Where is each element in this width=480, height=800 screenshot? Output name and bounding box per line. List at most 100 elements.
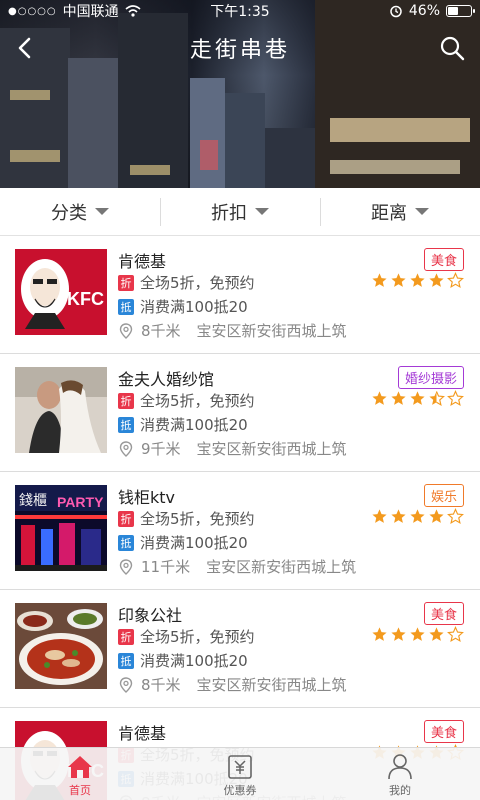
star-icon (410, 273, 425, 287)
star-icon (410, 509, 425, 523)
chevron-left-icon[interactable] (12, 34, 40, 62)
tab-me[interactable]: 我的 (320, 748, 480, 800)
discount-line: 折全场5折，免预约 (118, 272, 255, 293)
voucher-badge: 抵 (118, 298, 134, 315)
voucher-text: 消费满100抵20 (140, 652, 248, 670)
shop-name: 肯德基 (118, 724, 167, 743)
distance-text: 8千米 (141, 676, 181, 694)
star-empty-icon (447, 272, 464, 289)
discount-line: 折全场5折，免预约 (118, 390, 255, 411)
window-light (10, 90, 50, 100)
category-badge: 美食 (423, 602, 464, 625)
star-icon (372, 391, 387, 405)
location-line: 9千米 宝安区新安街西城上筑 (118, 438, 347, 459)
shop-thumbnail (15, 367, 107, 453)
star-half-icon (429, 391, 445, 407)
discount-badge: 折 (118, 510, 134, 527)
shop-thumbnail: 錢櫃 PARTY (15, 485, 107, 571)
shop-name: 印象公社 (118, 606, 183, 625)
discount-text: 全场5折，免预约 (140, 510, 255, 528)
discount-line: 折全场5折，免预约 (118, 626, 255, 647)
category-badge: 美食 (423, 248, 464, 271)
discount-text: 全场5折，免预约 (140, 274, 255, 292)
alarm-icon (390, 5, 402, 18)
building-sign (330, 118, 470, 142)
battery-level (448, 7, 459, 15)
building-shape (68, 58, 118, 188)
filter-distance[interactable]: 距离 (320, 188, 480, 235)
page-title: 走街串巷 (189, 38, 290, 63)
star-empty-icon (447, 626, 464, 643)
star-empty-icon (447, 390, 464, 407)
voucher-badge: 抵 (118, 534, 134, 551)
location-line: 8千米宝安区新安街西城上筑 (118, 320, 347, 341)
shop-list: KFC 肯德基折全场5折，免预约抵消费满100抵20 8千米 宝安区新安街西城上筑 美食… (0, 236, 480, 800)
star-icon (429, 509, 444, 523)
window-light (330, 160, 460, 174)
star-icon (372, 273, 387, 287)
window-light (10, 150, 60, 162)
user-icon (388, 754, 412, 780)
discount-badge: 折 (118, 392, 134, 409)
shop-name: 钱柜ktv (118, 488, 176, 507)
home-icon (68, 756, 92, 778)
star-icon (410, 627, 425, 641)
battery-percent: 46% (408, 3, 440, 19)
address-text: 宝安区新安街西城上筑 (206, 558, 357, 576)
voucher-line: 抵消费满100抵20 (118, 296, 248, 317)
battery-icon (446, 5, 475, 17)
star-icon (429, 627, 444, 641)
building-shape (265, 128, 315, 188)
rating-stars (371, 390, 464, 407)
svg-text:KFC: KFC (67, 289, 104, 309)
tab-label: 优惠券 (223, 784, 257, 797)
voucher-badge: 抵 (118, 652, 134, 669)
voucher-text: 消费满100抵20 (140, 298, 248, 316)
shop-name: 金夫人婚纱馆 (118, 370, 215, 389)
star-icon (410, 391, 425, 405)
discount-text: 全场5折，免预约 (140, 628, 255, 646)
building-shape (190, 78, 225, 188)
caret-down-icon (95, 208, 109, 215)
filter-bar: 分类 折扣 距离 (0, 188, 480, 236)
address-text: 宝安区新安街西城上筑 (196, 440, 347, 458)
voucher-badge: 抵 (118, 416, 134, 433)
shop-list-item[interactable]: KFC 肯德基折全场5折，免预约抵消费满100抵20 8千米宝安区新安街西城上筑 美食 (0, 236, 480, 354)
shop-name: 肯德基 (118, 252, 167, 271)
category-badge: 娱乐 (423, 484, 464, 507)
window-light (130, 165, 170, 175)
search-icon[interactable] (438, 34, 466, 62)
filter-discount[interactable]: 折扣 (160, 188, 320, 235)
distance-text: 9千米 (141, 440, 181, 458)
tab-bar: 首页 优惠券 我的 (0, 747, 480, 800)
shop-list-item[interactable]: 錢櫃 PARTY 钱柜ktv 折全场5折，免预约抵消费满100抵20 11千米 宝安区新安… (0, 472, 480, 590)
window-light (200, 140, 218, 170)
location-pin-icon (119, 676, 133, 693)
discount-line: 折全场5折，免预约 (118, 508, 255, 529)
nav-bar: 走街串巷 (0, 26, 480, 70)
tab-coupon[interactable]: 优惠券 (160, 748, 320, 800)
voucher-line: 抵消费满100抵20 (118, 414, 248, 435)
filter-label: 折扣 (211, 202, 247, 224)
location-pin-icon (119, 558, 133, 575)
category-badge: 婚纱摄影 (397, 366, 464, 389)
star-icon (391, 391, 406, 405)
svg-text:PARTY: PARTY (57, 494, 104, 510)
location-pin-icon (119, 440, 133, 457)
rating-stars (371, 272, 464, 289)
shop-list-item[interactable]: 金夫人婚纱馆折全场5折，免预约抵消费满100抵20 9千米 宝安区新安街西城上筑 婚纱… (0, 354, 480, 472)
star-icon (372, 627, 387, 641)
tab-home[interactable]: 首页 (0, 748, 160, 800)
signal-icon: ●○○○○ (8, 5, 57, 17)
discount-badge: 折 (118, 274, 134, 291)
location-line: 11千米 宝安区新安街西城上筑 (118, 556, 356, 577)
filter-category[interactable]: 分类 (0, 188, 160, 235)
distance-text: 11千米 (141, 558, 191, 576)
building-shape (225, 93, 265, 188)
wifi-icon (125, 5, 141, 17)
discount-badge: 折 (118, 628, 134, 645)
rating-stars (371, 508, 464, 525)
coupon-icon (228, 755, 252, 779)
filter-label: 分类 (51, 202, 87, 224)
shop-list-item[interactable]: 印象公社折全场5折，免预约抵消费满100抵20 8千米 宝安区新安街西城上筑 美食 (0, 590, 480, 708)
